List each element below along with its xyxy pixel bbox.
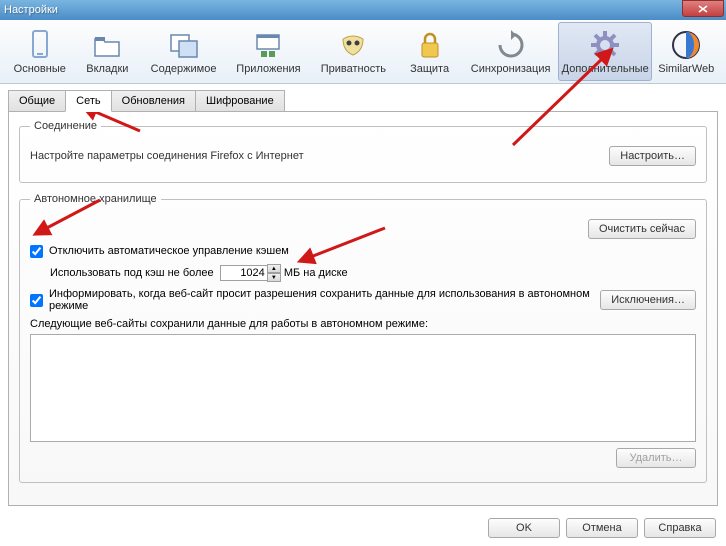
phone-icon [24, 29, 56, 61]
tool-label: Содержимое [151, 63, 217, 75]
tab-encryption[interactable]: Шифрование [195, 90, 285, 112]
tool-label: Дополнительные [562, 63, 649, 75]
offline-sites-list[interactable] [30, 334, 696, 442]
tab-updates[interactable]: Обновления [111, 90, 196, 112]
lock-icon [414, 29, 446, 61]
cache-size-suffix: МБ на диске [284, 267, 348, 279]
tab-general[interactable]: Общие [8, 90, 66, 112]
spinner-down[interactable]: ▼ [267, 273, 281, 282]
inform-offline-checkbox[interactable] [30, 294, 43, 307]
tool-label: Вкладки [86, 63, 128, 75]
similarweb-icon [670, 29, 702, 61]
tab-network[interactable]: Сеть [65, 90, 111, 112]
tool-label: SimilarWeb [658, 63, 714, 75]
offline-legend: Автономное хранилище [30, 193, 161, 205]
connection-group: Соединение Настройте параметры соединени… [19, 120, 707, 183]
ok-button[interactable]: OK [488, 518, 560, 538]
tool-tabs[interactable]: Вкладки [74, 22, 142, 81]
content-area: Общие Сеть Обновления Шифрование Соедине… [0, 84, 726, 510]
tool-sync[interactable]: Синхронизация [463, 22, 558, 81]
mask-icon [337, 29, 369, 61]
disable-auto-cache-label: Отключить автоматическое управление кэше… [49, 245, 696, 257]
delete-button[interactable]: Удалить… [616, 448, 696, 468]
tool-content[interactable]: Содержимое [141, 22, 226, 81]
configure-button[interactable]: Настроить… [609, 146, 696, 166]
cache-size-input[interactable] [220, 265, 268, 281]
cache-size-prefix: Использовать под кэш не более [50, 267, 214, 279]
clear-now-button[interactable]: Очистить сейчас [588, 219, 696, 239]
cache-size-spinner: ▲ ▼ [267, 264, 281, 282]
window-title: Настройки [4, 4, 58, 16]
tool-label: Защита [410, 63, 449, 75]
tool-general[interactable]: Основные [6, 22, 74, 81]
titlebar: Настройки [0, 0, 726, 20]
tool-label: Синхронизация [471, 63, 551, 75]
inform-offline-label: Информировать, когда веб-сайт просит раз… [49, 288, 600, 312]
folder-icon [91, 29, 123, 61]
apps-icon [252, 29, 284, 61]
connection-legend: Соединение [30, 120, 101, 132]
sites-saved-label: Следующие веб-сайты сохранили данные для… [30, 318, 696, 330]
content-icon [168, 29, 200, 61]
close-button[interactable] [682, 0, 724, 17]
tool-label: Приложения [236, 63, 300, 75]
help-button[interactable]: Справка [644, 518, 716, 538]
tool-applications[interactable]: Приложения [226, 22, 311, 81]
offline-storage-group: Автономное хранилище Очистить сейчас Отк… [19, 193, 707, 483]
tool-label: Основные [14, 63, 66, 75]
tool-security[interactable]: Защита [396, 22, 464, 81]
tool-privacy[interactable]: Приватность [311, 22, 396, 81]
spinner-up[interactable]: ▲ [267, 264, 281, 273]
cancel-button[interactable]: Отмена [566, 518, 638, 538]
tab-panel-network: Соединение Настройте параметры соединени… [8, 111, 718, 506]
settings-toolbar: Основные Вкладки Содержимое Приложения П… [0, 20, 726, 84]
close-icon [698, 5, 708, 13]
tool-similarweb[interactable]: SimilarWeb [652, 22, 720, 81]
connection-desc: Настройте параметры соединения Firefox с… [30, 150, 609, 162]
tabs-bar: Общие Сеть Обновления Шифрование [8, 90, 718, 112]
gear-icon [589, 29, 621, 61]
disable-auto-cache-checkbox[interactable] [30, 245, 43, 258]
exceptions-button[interactable]: Исключения… [600, 290, 696, 310]
dialog-buttons: OK Отмена Справка [0, 510, 726, 546]
tool-label: Приватность [321, 63, 386, 75]
sync-icon [495, 29, 527, 61]
tool-advanced[interactable]: Дополнительные [558, 22, 653, 81]
